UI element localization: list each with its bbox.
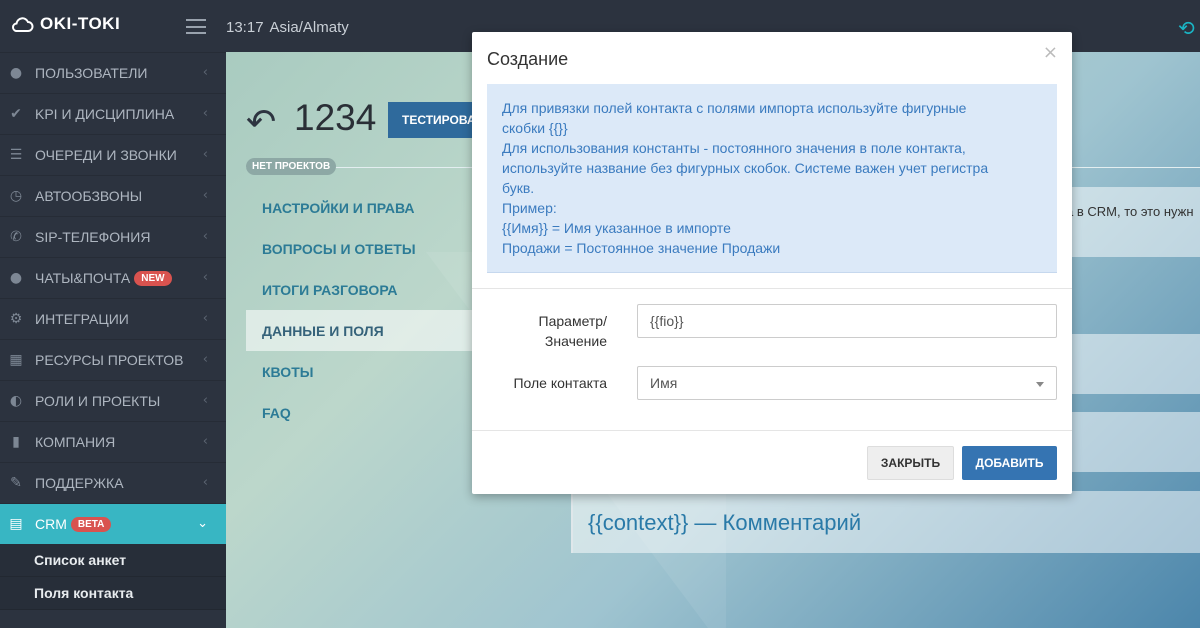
sidebar-item-label: ЧАТЫ&ПОЧТА [35, 270, 131, 286]
contact-field-label: Поле контакта [513, 375, 607, 391]
sidebar-item-kpi[interactable]: ✔ KPI И ДИСЦИПЛИНА ‹ [0, 93, 226, 134]
sidebar-subitem-survey-list[interactable]: Список анкет [0, 544, 226, 577]
info-line: Для использования константы - постоянног… [502, 140, 966, 156]
sidebar-item-label: КОМПАНИЯ [35, 434, 116, 450]
tab-faq[interactable]: FAQ [246, 392, 472, 433]
clock: 13:17 Asia/Almaty [226, 19, 355, 36]
tab-results[interactable]: ИТОГИ РАЗГОВОРА [246, 269, 472, 310]
close-icon[interactable]: × [1043, 42, 1058, 63]
modal-title: Создание [487, 49, 569, 69]
logo[interactable]: OKI-TOKI [10, 14, 120, 34]
sidebar-item-label: АВТООБЗВОНЫ [35, 188, 143, 204]
sidebar-item-sip[interactable]: ✆ SIP-ТЕЛЕФОНИЯ ‹ [0, 216, 226, 257]
modal-divider [472, 430, 1072, 431]
cloud-icon [12, 17, 34, 32]
chevron-down-icon: ⌄ [197, 516, 208, 531]
sidebar-item-integrations[interactable]: ⚙ ИНТЕГРАЦИИ ‹ [0, 298, 226, 339]
info-line: используйте название без фигурных скобок… [502, 160, 989, 176]
info-line: Пример: [502, 200, 557, 216]
chevron-left-icon: ‹ [202, 393, 208, 408]
chevron-left-icon: ‹ [202, 434, 208, 449]
sidebar-item-queues[interactable]: ☰ ОЧЕРЕДИ И ЗВОНКИ ‹ [0, 134, 226, 175]
param-label: Параметр/ Значение [492, 311, 607, 351]
contact-field-value: Имя [650, 375, 678, 391]
sidebar-item-autodial[interactable]: ◷ АВТООБЗВОНЫ ‹ [0, 175, 226, 216]
sidebar-item-label: РЕСУРСЫ ПРОЕКТОВ [35, 352, 184, 368]
info-alert: Для привязки полей контакта с полями имп… [487, 84, 1057, 273]
sidebar-item-label: ПОЛЬЗОВАТЕЛИ [35, 65, 148, 81]
menu-toggle-icon[interactable] [186, 19, 206, 34]
sidebar-item-label: ИНТЕГРАЦИИ [35, 311, 129, 327]
sidebar-item-chats[interactable]: ● ЧАТЫ&ПОЧТА NEW ‹ [0, 257, 226, 298]
sidebar-item-crm[interactable]: ▤ CRM BETA ⌄ [0, 503, 226, 544]
refresh-icon[interactable]: ⟲ [1178, 16, 1195, 41]
chevron-left-icon: ‹ [202, 270, 208, 285]
tab-settings[interactable]: НАСТРОЙКИ И ПРАВА [246, 187, 472, 228]
info-line: Для привязки полей контакта с полями имп… [502, 100, 967, 116]
caret-down-icon [1036, 382, 1044, 387]
sidebar-item-roles[interactable]: ◐ РОЛИ И ПРОЕКТЫ ‹ [0, 380, 226, 421]
chevron-left-icon: ‹ [202, 106, 208, 121]
sidebar-item-support[interactable]: ✎ ПОДДЕРЖКА ‹ [0, 462, 226, 503]
sidebar: ● ПОЛЬЗОВАТЕЛИ ‹ ✔ KPI И ДИСЦИПЛИНА ‹ ☰ ОЧЕРЕ… [0, 52, 226, 628]
tab-quotas[interactable]: КВОТЫ [246, 351, 472, 392]
context-field-text: {{context}} — Комментарий [588, 510, 862, 535]
param-value-input[interactable]: {{fio}} [637, 304, 1057, 338]
chevron-left-icon: ‹ [202, 475, 208, 490]
back-arrow-icon[interactable]: ↶ [246, 102, 276, 143]
sidebar-item-label: ОЧЕРЕДИ И ЗВОНКИ [35, 147, 177, 163]
grid-icon: ▦ [9, 352, 23, 368]
modal-divider [472, 288, 1072, 289]
sidebar-item-company[interactable]: ▮ КОМПАНИЯ ‹ [0, 421, 226, 462]
beta-badge: BETA [70, 516, 112, 532]
cogs-icon: ⚙ [9, 311, 23, 327]
info-line: {{Имя}} = Имя указанное в импорте [502, 220, 731, 236]
chevron-left-icon: ‹ [202, 147, 208, 162]
check-icon: ✔ [10, 106, 22, 122]
page-title: 1234 [294, 97, 377, 138]
chat-icon: ● [9, 270, 23, 286]
phone-icon: ✆ [10, 229, 22, 245]
chevron-left-icon: ‹ [202, 229, 208, 244]
partial-text: а в CRM, то это нужн [1066, 204, 1194, 219]
timezone-text: Asia/Almaty [269, 19, 349, 36]
sidebar-item-label: CRM [35, 516, 67, 532]
sidebar-item-users[interactable]: ● ПОЛЬЗОВАТЕЛИ ‹ [0, 52, 226, 93]
wrench-icon: ✎ [10, 475, 22, 491]
sidebar-subitem-contact-fields[interactable]: Поля контакта [0, 577, 226, 610]
tab-questions[interactable]: ВОПРОСЫ И ОТВЕТЫ [246, 228, 472, 269]
add-button[interactable]: ДОБАВИТЬ [962, 446, 1057, 480]
sidebar-item-label: ПОДДЕРЖКА [35, 475, 124, 491]
param-label-line: Значение [544, 333, 607, 349]
sidebar-item-label: SIP-ТЕЛЕФОНИЯ [35, 229, 151, 245]
crm-icon: ▤ [9, 516, 23, 532]
chevron-left-icon: ‹ [202, 188, 208, 203]
list-icon: ☰ [9, 147, 23, 163]
param-label-line: Параметр/ [538, 313, 607, 329]
sidebar-item-label: KPI И ДИСЦИПЛИНА [35, 106, 175, 122]
logo-text: OKI-TOKI [40, 14, 121, 33]
chevron-left-icon: ‹ [202, 352, 208, 367]
info-line: букв. [502, 180, 535, 196]
info-line: скобки {{}} [502, 120, 568, 136]
section-tabs: НАСТРОЙКИ И ПРАВА ВОПРОСЫ И ОТВЕТЫ ИТОГИ… [246, 187, 472, 433]
info-line: Продажи = Постоянное значение Продажи [502, 240, 781, 256]
bar-chart-icon: ▮ [12, 434, 20, 450]
new-badge: NEW [134, 270, 172, 286]
create-modal: Создание × Для привязки полей контакта с… [472, 32, 1072, 494]
contact-field-select[interactable]: Имя [637, 366, 1057, 400]
sidebar-item-resources[interactable]: ▦ РЕСУРСЫ ПРОЕКТОВ ‹ [0, 339, 226, 380]
close-button[interactable]: ЗАКРЫТЬ [867, 446, 954, 480]
chevron-left-icon: ‹ [202, 65, 208, 80]
chevron-left-icon: ‹ [202, 311, 208, 326]
no-projects-badge: НЕТ ПРОЕКТОВ [246, 158, 337, 175]
user-icon: ● [9, 65, 23, 81]
time-text: 13:17 [226, 19, 264, 36]
toggle-icon: ◐ [9, 393, 23, 409]
clock-icon: ◷ [9, 188, 23, 204]
tab-data-fields[interactable]: ДАННЫЕ И ПОЛЯ [246, 310, 472, 351]
sidebar-item-label: РОЛИ И ПРОЕКТЫ [35, 393, 161, 409]
